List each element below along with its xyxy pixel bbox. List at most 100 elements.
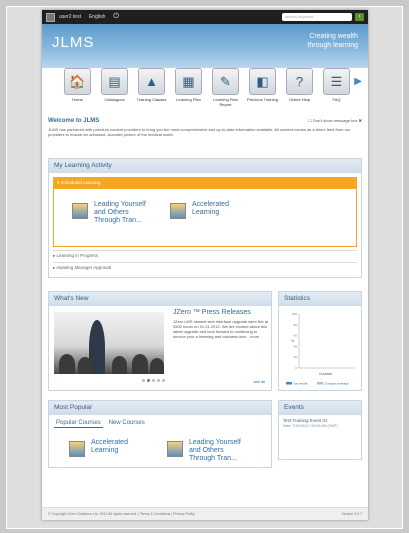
header-banner: JLMS Creating wealth through learning bbox=[42, 24, 368, 68]
statistics-panel: Statistics 100 80 60 40 20 0 % Courses You re… bbox=[278, 291, 362, 391]
y-tick-label: 100 bbox=[292, 312, 297, 316]
course-card[interactable]: Leading Yourself and Others Through Tran… bbox=[167, 439, 251, 463]
legend-swatch-you bbox=[286, 382, 292, 385]
legend-swatch-company bbox=[317, 382, 323, 385]
y-tick-label: 80 bbox=[294, 323, 298, 327]
carousel-dot[interactable] bbox=[152, 379, 155, 382]
nav-label: Training Classes bbox=[136, 97, 167, 102]
statistics-chart: 100 80 60 40 20 0 % Courses You results Compa… bbox=[286, 312, 355, 386]
nav-item-training-classes[interactable]: ▲ Training Classes bbox=[134, 68, 169, 113]
learning-in-progress-toggle[interactable]: ▸ Learning in Progress bbox=[53, 250, 357, 259]
faq-icon[interactable]: ☰ bbox=[323, 68, 350, 95]
see-all-link[interactable]: see all bbox=[253, 379, 265, 384]
user-avatar-icon[interactable] bbox=[46, 12, 55, 22]
nav-label: FAQ bbox=[332, 97, 341, 102]
audience-figure bbox=[132, 354, 148, 374]
course-title[interactable]: Leading Yourself and Others Through Tran… bbox=[94, 201, 154, 225]
nav-item-previous-training[interactable]: ◧ Previous Training bbox=[245, 68, 280, 113]
search-input[interactable]: search keyword bbox=[282, 13, 352, 21]
y-axis-label: % bbox=[291, 339, 294, 343]
tagline: Creating wealth through learning bbox=[307, 32, 358, 50]
nav-label: Online Help bbox=[289, 97, 310, 102]
course-card[interactable]: Accelerated Learning bbox=[69, 439, 141, 457]
tagline-line-2: through learning bbox=[307, 42, 358, 49]
nav-item-online-help[interactable]: ? Online Help bbox=[282, 68, 317, 113]
nav-item-learning-plan[interactable]: ▦ Learning Plan bbox=[171, 68, 206, 113]
my-learning-activity-panel: My Learning Activity ▾ Scheduled Learnin… bbox=[48, 158, 362, 278]
course-title[interactable]: Leading Yourself and Others Through Tran… bbox=[189, 439, 251, 463]
nav-item-faq[interactable]: ☰ FAQ bbox=[319, 68, 354, 113]
course-thumbnail-icon bbox=[170, 203, 186, 219]
course-title[interactable]: Accelerated Learning bbox=[192, 201, 242, 217]
course-title[interactable]: Accelerated Learning bbox=[91, 439, 141, 455]
search-button[interactable]: › bbox=[355, 13, 364, 21]
carousel-dot[interactable] bbox=[157, 379, 160, 382]
event-date: Date: 7/10/2013 7:00:00 AM (GMT) bbox=[283, 424, 338, 428]
catalogue-icon[interactable]: ▤ bbox=[101, 68, 128, 95]
legend-company-average: Company average bbox=[324, 382, 349, 386]
home-icon[interactable]: 🏠 bbox=[64, 68, 91, 95]
course-card[interactable]: Accelerated Learning bbox=[170, 201, 242, 219]
x-axis-label: Courses bbox=[319, 372, 332, 376]
nav-label: Learning Plan Report bbox=[213, 97, 238, 107]
panel-title: Statistics bbox=[279, 292, 361, 306]
tab-popular-courses[interactable]: Popular Courses bbox=[54, 419, 103, 428]
legend-you-results: You results bbox=[293, 382, 308, 386]
copyright-text: © Copyright JZero Solutions Ltd. 2012 Al… bbox=[48, 512, 195, 516]
training-classes-icon[interactable]: ▲ bbox=[138, 68, 165, 95]
course-thumbnail-icon bbox=[69, 441, 85, 457]
y-tick-label: 20 bbox=[294, 355, 298, 359]
nav-label: Home bbox=[72, 97, 83, 102]
previous-training-icon[interactable]: ◧ bbox=[249, 68, 276, 95]
panel-title: Events bbox=[279, 401, 361, 415]
welcome-text: JLMS has partnered with premium content … bbox=[48, 127, 351, 137]
carousel-dot[interactable] bbox=[142, 379, 145, 382]
scheduled-learning-toggle[interactable]: ▾ Scheduled Learning bbox=[53, 177, 357, 189]
nav-next-arrow-icon[interactable]: ▶ bbox=[354, 76, 362, 87]
y-tick-label: 60 bbox=[294, 334, 298, 338]
nav-item-catalogues[interactable]: ▤ Catalogues bbox=[97, 68, 132, 113]
news-more-link[interactable]: more bbox=[250, 334, 259, 339]
top-bar: user2 test English ⏻ search keyword › bbox=[42, 10, 368, 24]
language-selector[interactable]: English bbox=[89, 14, 105, 20]
y-tick-label: 40 bbox=[294, 344, 298, 348]
jlms-page: user2 test English ⏻ search keyword › JL… bbox=[42, 10, 368, 520]
main-navigation: 🏠 Home ▤ Catalogues ▲ Training Classes ▦ Lea… bbox=[42, 68, 368, 113]
panel-title: My Learning Activity bbox=[49, 159, 361, 173]
news-photo bbox=[54, 312, 164, 374]
dont-show-label: Don't show message box bbox=[312, 118, 358, 123]
nav-item-home[interactable]: 🏠 Home bbox=[60, 68, 95, 113]
help-icon[interactable]: ? bbox=[286, 68, 313, 95]
whats-new-panel: What's New JZero ™ Press Releases JZero … bbox=[48, 291, 272, 391]
event-link[interactable]: Test Training Event 01 bbox=[283, 418, 357, 423]
nav-label: Previous Training bbox=[247, 97, 278, 102]
nav-label: Learning Plan bbox=[176, 97, 201, 102]
welcome-box: Welcome to JLMS ☐ Don't show message box… bbox=[48, 118, 362, 150]
awaiting-approval-toggle[interactable]: ▸ Awaiting Manager Approval bbox=[53, 262, 357, 271]
carousel-dot[interactable] bbox=[162, 379, 165, 382]
report-icon[interactable]: ✎ bbox=[212, 68, 239, 95]
panel-title: Most Popular bbox=[49, 401, 271, 415]
course-thumbnail-icon bbox=[72, 203, 88, 219]
course-card[interactable]: Leading Yourself and Others Through Tran… bbox=[72, 201, 154, 225]
panel-title: What's New bbox=[49, 292, 271, 306]
learning-plan-icon[interactable]: ▦ bbox=[175, 68, 202, 95]
most-popular-panel: Most Popular Popular Courses New Courses… bbox=[48, 400, 272, 468]
news-body: JZero LMS newest web interface upgrade w… bbox=[173, 319, 269, 339]
tab-new-courses[interactable]: New Courses bbox=[107, 419, 147, 428]
course-thumbnail-icon bbox=[167, 441, 183, 457]
logout-power-icon[interactable]: ⏻ bbox=[113, 13, 119, 21]
audience-figure bbox=[78, 357, 92, 374]
audience-figure bbox=[59, 354, 75, 374]
carousel-dots bbox=[142, 379, 167, 382]
dont-show-checkbox[interactable]: ☐ Don't show message box ✖ bbox=[308, 118, 362, 123]
news-headline[interactable]: JZero ™ Press Releases bbox=[173, 309, 251, 316]
audience-figure bbox=[112, 356, 127, 374]
version-text: Version 3.0.7 bbox=[341, 512, 362, 516]
y-tick-label: 0 bbox=[295, 366, 297, 370]
nav-item-learning-plan-report[interactable]: ✎ Learning Plan Report bbox=[208, 68, 243, 113]
carousel-dot[interactable] bbox=[147, 379, 150, 382]
user-name[interactable]: user2 test bbox=[59, 14, 81, 20]
events-panel: Events Test Training Event 01 Date: 7/10… bbox=[278, 400, 362, 460]
jlms-logo[interactable]: JLMS bbox=[52, 34, 94, 51]
